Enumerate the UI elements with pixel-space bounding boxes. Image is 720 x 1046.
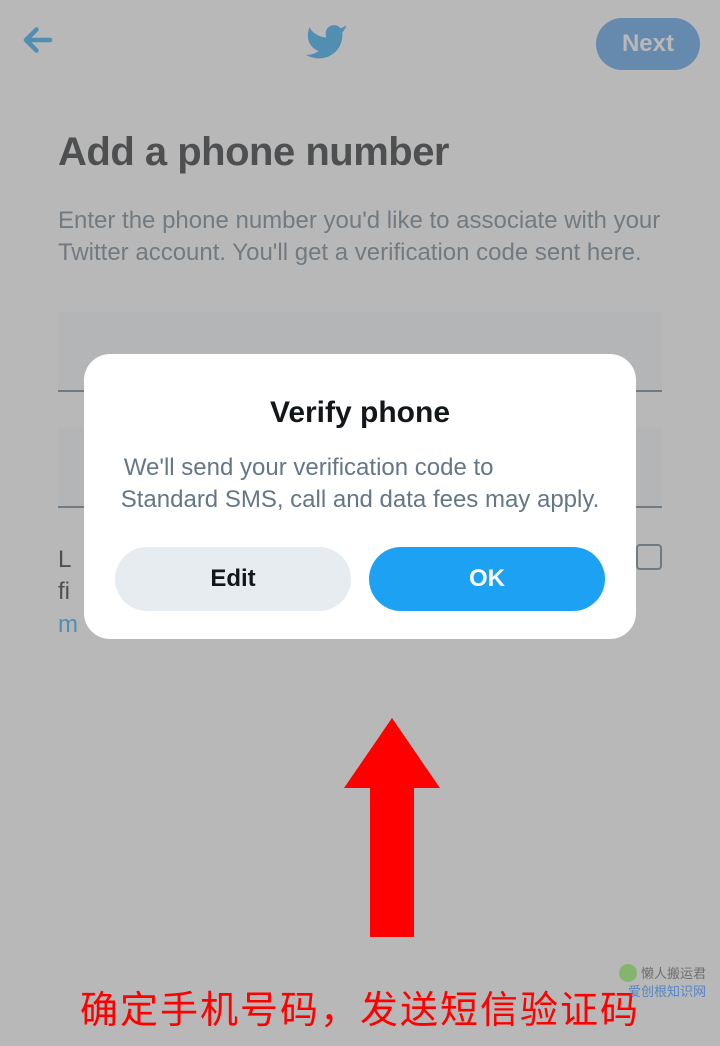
modal-title: Verify phone <box>110 396 610 430</box>
ok-button[interactable]: OK <box>369 547 605 611</box>
watermark-wechat: 懒人搬运君 <box>619 963 706 982</box>
modal-overlay: Verify phone We'll send your verificatio… <box>0 0 720 1046</box>
screen: Next Add a phone number Enter the phone … <box>0 0 720 1046</box>
watermark-site: 爱创根知识网 <box>628 981 706 1000</box>
verify-phone-modal: Verify phone We'll send your verificatio… <box>84 354 636 639</box>
modal-text: We'll send your verification code to xxx… <box>110 452 610 517</box>
annotation-caption: 确定手机号码，发送短信验证码 <box>0 979 720 1034</box>
wechat-icon <box>619 964 637 982</box>
annotation-arrow-icon <box>344 718 440 937</box>
modal-actions: Edit OK <box>110 547 610 611</box>
edit-button[interactable]: Edit <box>115 547 351 611</box>
